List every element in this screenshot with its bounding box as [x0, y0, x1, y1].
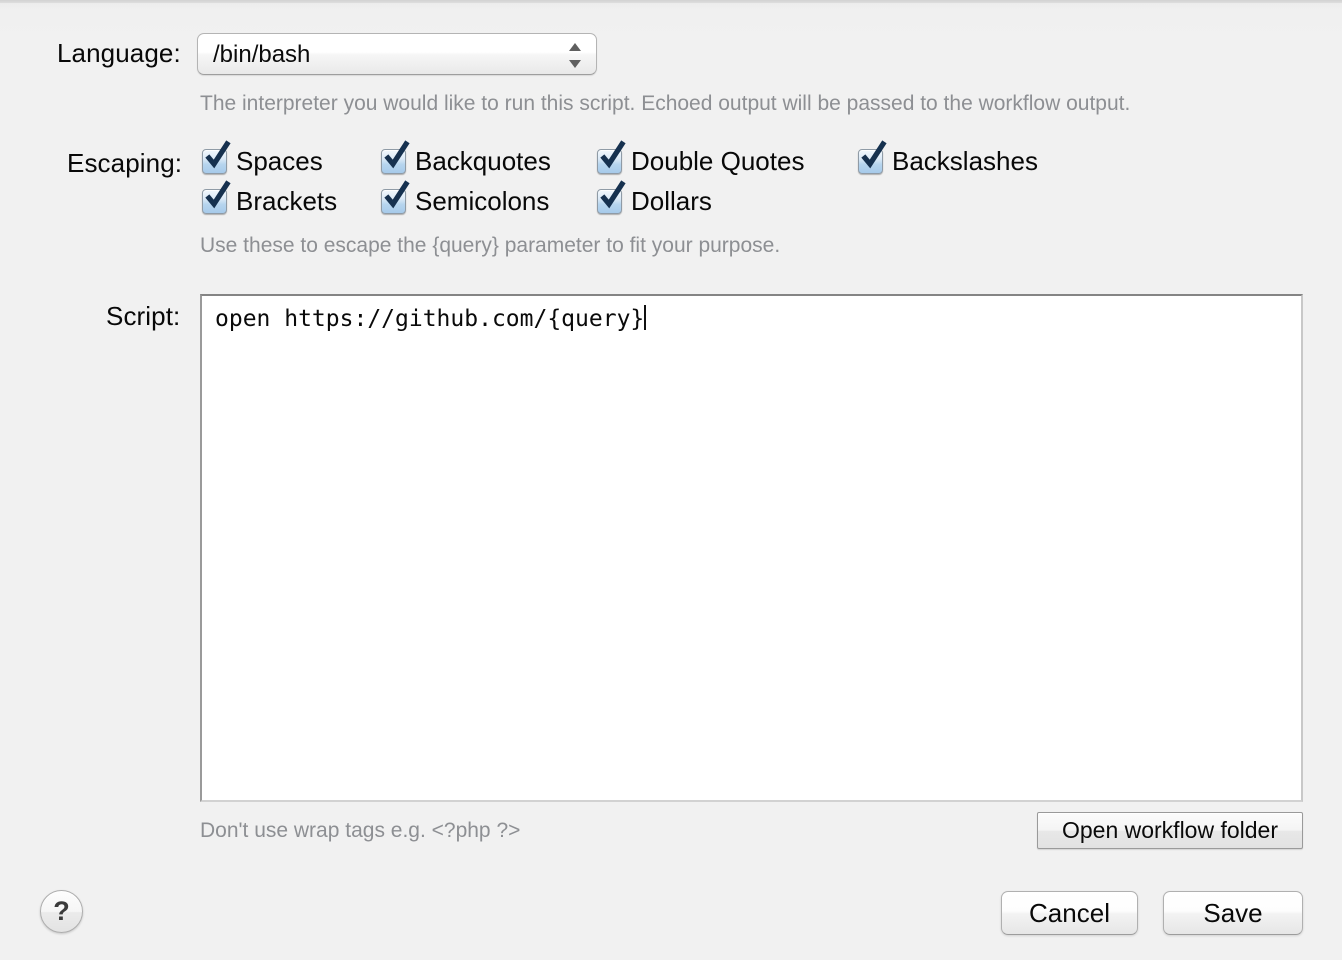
checkmark-icon — [384, 139, 410, 168]
checkbox-label: Dollars — [631, 186, 712, 216]
help-button[interactable]: ? — [40, 890, 83, 933]
text-caret — [644, 305, 647, 330]
script-helper-text: Don't use wrap tags e.g. <?php ?> — [200, 819, 521, 842]
checkbox-label: Backquotes — [415, 146, 551, 176]
checkbox-label: Semicolons — [415, 186, 550, 216]
checkbox-box-icon — [858, 139, 887, 174]
checkbox-label: Double Quotes — [631, 146, 805, 176]
language-select[interactable]: /bin/bash — [197, 33, 597, 75]
language-label: Language: — [57, 38, 181, 68]
stepper-arrows-icon — [569, 43, 582, 68]
checkbox-box-icon — [381, 139, 410, 174]
save-button[interactable]: Save — [1163, 891, 1303, 935]
cancel-button[interactable]: Cancel — [1001, 891, 1138, 935]
checkbox-box-icon — [202, 179, 231, 214]
checkmark-icon — [600, 139, 626, 168]
checkbox-spaces[interactable]: Spaces — [202, 139, 323, 176]
checkbox-label: Spaces — [236, 146, 323, 176]
checkbox-label: Backslashes — [892, 146, 1038, 176]
script-text-content: open https://github.com/{query} — [215, 305, 647, 333]
script-label: Script: — [106, 301, 181, 331]
checkmark-icon — [384, 179, 410, 208]
chevron-up-icon — [569, 43, 581, 51]
checkmark-icon — [600, 179, 626, 208]
checkbox-backquotes[interactable]: Backquotes — [381, 139, 551, 176]
checkmark-icon — [861, 139, 887, 168]
script-value: open https://github.com/{query} — [215, 306, 645, 332]
checkbox-brackets[interactable]: Brackets — [202, 179, 338, 216]
open-workflow-folder-button[interactable]: Open workflow folder — [1037, 812, 1303, 849]
checkbox-box-icon — [597, 139, 626, 174]
script-filter-dialog: Language: /bin/bash The interpreter you … — [0, 0, 1342, 960]
checkbox-label: Brackets — [236, 186, 338, 216]
checkbox-dollars[interactable]: Dollars — [597, 179, 712, 216]
checkbox-backslashes[interactable]: Backslashes — [858, 139, 1038, 176]
language-selected-value: /bin/bash — [213, 41, 311, 68]
window-top-edge — [0, 0, 1342, 3]
script-input[interactable]: open https://github.com/{query} — [200, 294, 1303, 802]
escaping-label: Escaping: — [67, 148, 183, 178]
checkmark-icon — [205, 179, 231, 208]
chevron-down-icon — [569, 60, 581, 68]
language-helper-text: The interpreter you would like to run th… — [200, 92, 1131, 115]
checkbox-box-icon — [202, 139, 231, 174]
checkbox-double-quotes[interactable]: Double Quotes — [597, 139, 805, 176]
checkbox-semicolons[interactable]: Semicolons — [381, 179, 550, 216]
checkbox-box-icon — [597, 179, 626, 214]
escaping-helper-text: Use these to escape the {query} paramete… — [200, 234, 781, 257]
checkmark-icon — [205, 139, 231, 168]
checkbox-box-icon — [381, 179, 410, 214]
